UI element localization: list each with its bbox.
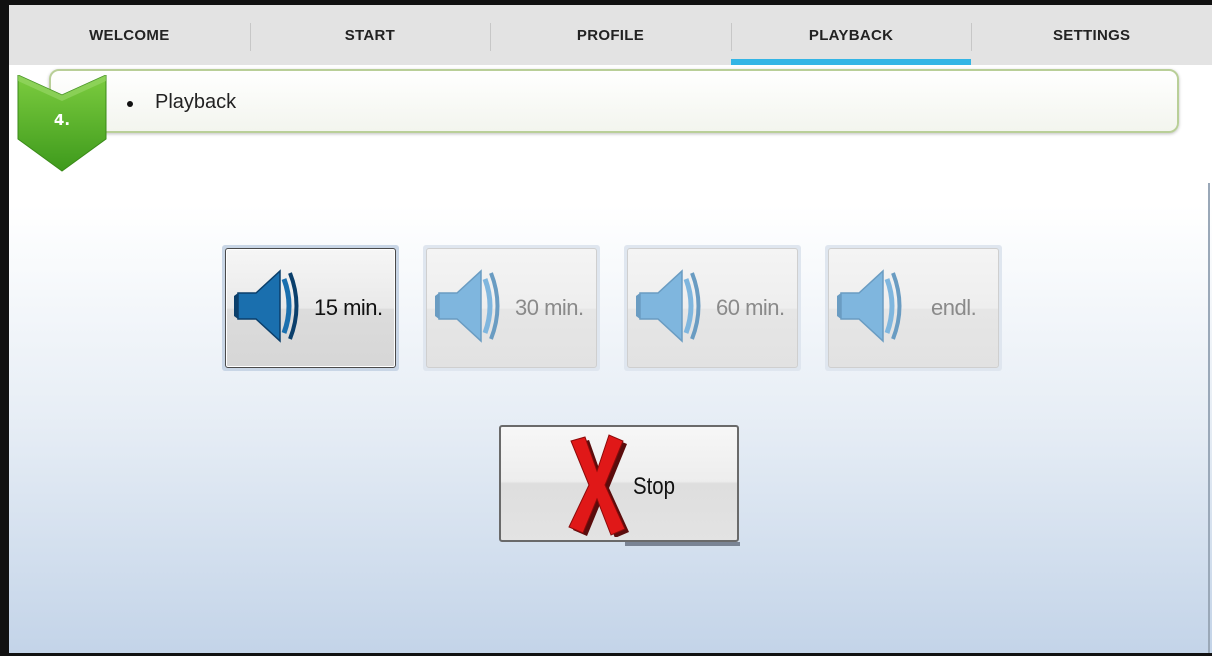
- bullet-icon: [127, 101, 133, 107]
- playback-button-label: 15 min.: [314, 295, 383, 320]
- stop-button-label: Stop: [633, 473, 675, 500]
- tab-start[interactable]: START: [249, 5, 491, 65]
- tab-welcome[interactable]: WELCOME: [9, 5, 250, 65]
- app-window: WELCOME START PROFILE PLAYBACK SETTINGS …: [0, 0, 1212, 656]
- divider: [625, 542, 740, 546]
- red-x-icon: [568, 434, 629, 537]
- step-header: Playback: [49, 69, 1179, 133]
- tab-bar: WELCOME START PROFILE PLAYBACK SETTINGS: [9, 5, 1212, 65]
- stop-button[interactable]: Stop: [499, 425, 739, 542]
- divider: [1208, 183, 1210, 653]
- playback-button-label: endl.: [931, 295, 977, 320]
- tab-settings[interactable]: SETTINGS: [971, 5, 1212, 65]
- speaker-icon: [837, 269, 902, 343]
- step-title: Playback: [155, 91, 237, 113]
- step-number: 4.: [53, 111, 71, 129]
- playback-60-min-button[interactable]: 60 min.: [624, 245, 801, 371]
- speaker-icon: [435, 269, 500, 343]
- playback-15-min-button[interactable]: 15 min.: [222, 245, 399, 371]
- tab-playback[interactable]: PLAYBACK: [730, 5, 972, 65]
- playback-button-label: 60 min.: [716, 295, 785, 320]
- step-badge: 4.: [16, 74, 108, 175]
- speaker-icon: [234, 269, 299, 343]
- speaker-icon: [636, 269, 701, 343]
- playback-button-label: 30 min.: [515, 295, 584, 320]
- playback-30-min-button[interactable]: 30 min.: [423, 245, 600, 371]
- tab-profile[interactable]: PROFILE: [490, 5, 731, 65]
- playback-endless-button[interactable]: endl.: [825, 245, 1002, 371]
